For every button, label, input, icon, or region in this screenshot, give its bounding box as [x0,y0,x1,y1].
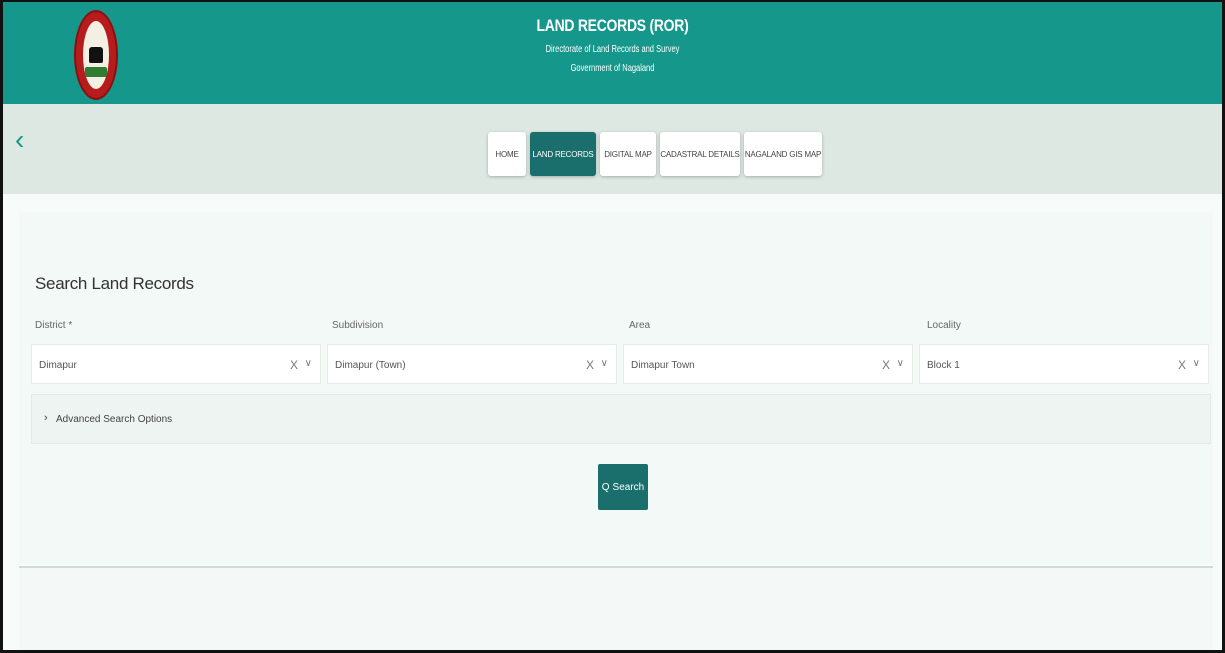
site-subtitle: Directorate of Land Records and Survey [545,44,680,55]
locality-value: Block 1 [927,360,960,371]
district-clear-icon[interactable]: X [290,358,298,372]
subdivision-chevron-down-icon[interactable]: ∨ [601,358,608,369]
subdivision-select[interactable]: Dimapur (Town) X ∨ [327,344,617,384]
tab-nagaland-gis-map[interactable]: NAGALAND GIS MAP [744,132,822,176]
locality-chevron-down-icon[interactable]: ∨ [1193,358,1200,369]
search-panel: Search Land Records District * Dimapur X… [19,212,1213,564]
area-label: Area [629,320,651,331]
navigation-band: ‹ HOME LAND RECORDS DIGITAL MAP CADASTRA… [3,104,1222,194]
tab-cadastral-details[interactable]: CADASTRAL DETAILS [660,132,740,176]
district-label: District * [35,320,73,331]
nav-tabs: HOME LAND RECORDS DIGITAL MAP CADASTRAL … [488,132,822,176]
area-chevron-down-icon[interactable]: ∨ [897,358,904,369]
locality-select[interactable]: Block 1 X ∨ [919,344,1209,384]
back-arrow-icon[interactable]: ‹ [15,126,24,154]
site-title: LAND RECORDS (ROR) [536,16,689,35]
header-title-block: LAND RECORDS (ROR) Directorate of Land R… [3,16,1222,74]
tab-land-records[interactable]: LAND RECORDS [530,132,596,176]
advanced-search-label: Advanced Search Options [56,414,173,425]
search-icon: Q [601,481,610,493]
search-button[interactable]: Q Search [598,464,648,510]
tab-home[interactable]: HOME [488,132,526,176]
advanced-search-toggle[interactable]: › Advanced Search Options [31,394,1211,444]
subdivision-value: Dimapur (Town) [335,360,406,371]
search-button-label: Search [612,481,645,493]
district-value: Dimapur [39,360,77,371]
tab-digital-map[interactable]: DIGITAL MAP [600,132,656,176]
site-subtitle-government: Government of Nagaland [570,63,655,74]
district-chevron-down-icon[interactable]: ∨ [305,358,312,369]
site-header: LAND RECORDS (ROR) Directorate of Land R… [3,2,1222,104]
area-select[interactable]: Dimapur Town X ∨ [623,344,913,384]
locality-clear-icon[interactable]: X [1178,358,1186,372]
district-select[interactable]: Dimapur X ∨ [31,344,321,384]
section-title: Search Land Records [35,274,194,293]
subdivision-label: Subdivision [332,320,384,331]
app-frame: LAND RECORDS (ROR) Directorate of Land R… [0,0,1225,653]
locality-label: Locality [927,320,961,331]
subdivision-clear-icon[interactable]: X [586,358,594,372]
area-clear-icon[interactable]: X [882,358,890,372]
area-value: Dimapur Town [631,360,695,371]
footer-area [19,568,1213,650]
chevron-right-icon: › [44,412,48,424]
